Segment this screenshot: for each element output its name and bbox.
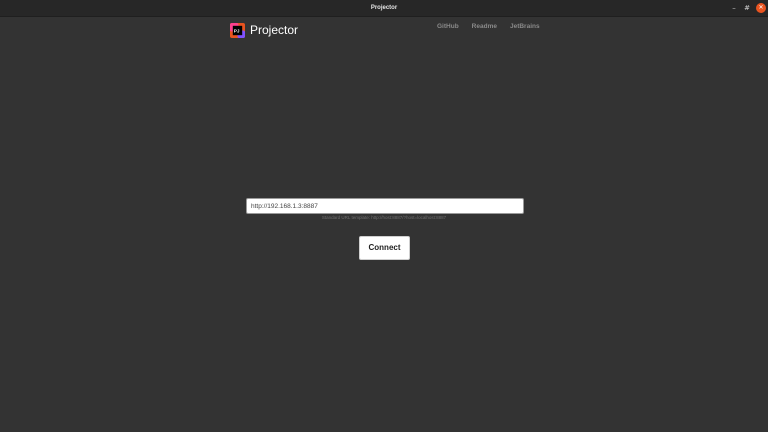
brand-name: Projector (250, 23, 299, 37)
svg-text:PJ: PJ (234, 28, 240, 33)
nav-link-readme[interactable]: Readme (472, 23, 497, 30)
nav-link-github[interactable]: GitHub (437, 23, 459, 30)
minimize-icon[interactable]: – (729, 3, 739, 13)
connect-button[interactable]: Connect (359, 236, 410, 260)
app-window: Projector – # ✕ PJ Projector GitHub Read… (0, 0, 768, 432)
projector-page: PJ Projector GitHub Readme JetBrains Sta… (0, 17, 768, 432)
window-title: Projector (370, 5, 398, 11)
url-input[interactable] (246, 198, 524, 214)
maximize-icon[interactable]: # (742, 3, 752, 13)
close-icon[interactable]: ✕ (756, 3, 766, 13)
brand[interactable]: PJ Projector (230, 21, 298, 39)
top-nav: GitHub Readme JetBrains (437, 23, 553, 30)
nav-link-jetbrains[interactable]: JetBrains (510, 23, 540, 30)
url-template-hint: Standard URL template: http://host:8887/… (321, 215, 447, 220)
title-bar: Projector – # ✕ (0, 0, 768, 17)
projector-logo-icon: PJ (230, 22, 245, 38)
